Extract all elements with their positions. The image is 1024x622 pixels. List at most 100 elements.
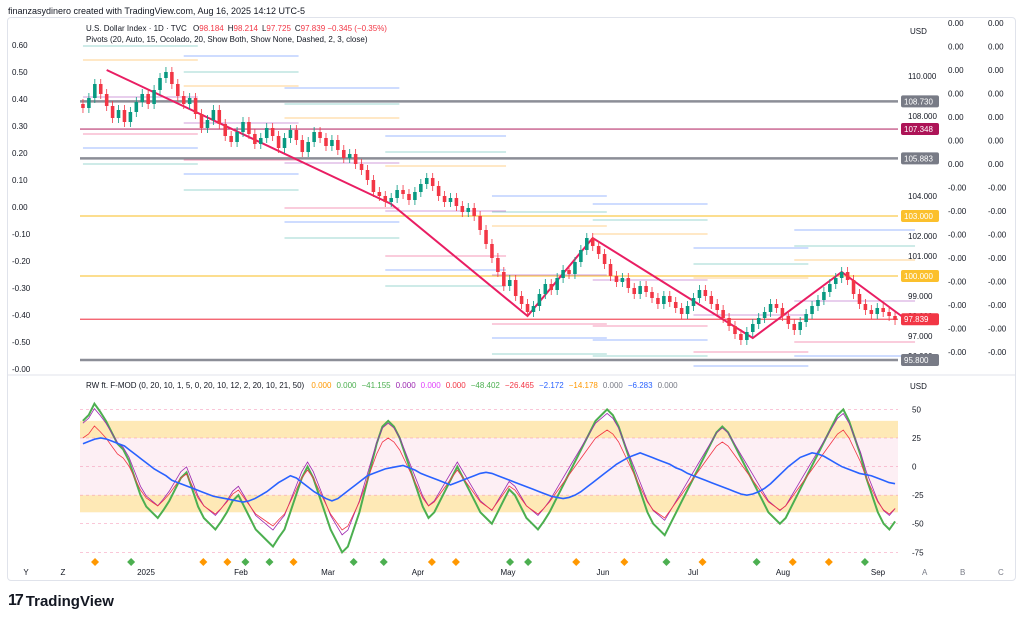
candle-body <box>632 288 637 294</box>
candle-body <box>490 244 494 258</box>
pct-axis-tick-a: 0.00 <box>948 160 964 169</box>
candle-body <box>395 190 399 198</box>
candle-body <box>727 318 731 326</box>
rw-legend-value: −2.172 <box>539 381 564 390</box>
candle-body <box>282 138 287 148</box>
candle-body <box>110 106 115 118</box>
signal-diamond-icon <box>860 558 869 566</box>
candle-body <box>579 250 583 262</box>
candle-body <box>164 72 168 78</box>
candle-body <box>638 286 642 294</box>
rw-legend-value: 0.000 <box>445 381 466 390</box>
pct-axis-tick-b: -0.00 <box>988 348 1007 357</box>
candle-body <box>122 110 127 122</box>
pct-axis-tick-b: 0.00 <box>988 19 1004 28</box>
x-tick-label: Y <box>23 568 29 577</box>
left-axis-tick: 0.50 <box>12 68 28 77</box>
candle-body <box>519 296 524 304</box>
candle-body <box>573 262 577 274</box>
rw-band <box>80 420 898 438</box>
candle-body <box>229 136 233 142</box>
candle-body <box>460 206 465 212</box>
pct-axis-tick-b: -0.00 <box>988 301 1007 310</box>
candle-body <box>104 94 109 106</box>
candle-body <box>146 94 150 104</box>
pct-axis-tick-b: 0.00 <box>988 113 1004 122</box>
candle-body <box>359 164 364 170</box>
pct-axis-tick-b: 0.00 <box>988 137 1004 146</box>
pct-axis-tick-b: -0.00 <box>988 207 1007 216</box>
candle-body <box>152 90 156 104</box>
pct-axis-tick-b: 0.00 <box>988 90 1004 99</box>
candle-body <box>561 270 565 278</box>
pivots-legend: Pivots (20, Auto, 15, Ocolado, 20, Show … <box>86 35 368 44</box>
candle-body <box>626 278 631 288</box>
x-tick-label: Sep <box>871 568 886 577</box>
candle-body <box>383 196 388 202</box>
ohlc-h: H98.214 <box>227 24 258 33</box>
x-tick-label: Apr <box>412 568 425 577</box>
candle-body <box>756 318 761 324</box>
left-axis-tick: 0.30 <box>12 122 28 131</box>
brand-name: TradingView <box>25 592 114 610</box>
pct-axis-tick-a: -0.00 <box>948 325 967 334</box>
candle-body <box>336 140 340 150</box>
candle-body <box>377 192 382 196</box>
rw-legend-value: 0.000 <box>602 381 623 390</box>
candle-body <box>798 322 802 330</box>
price-change: −0.345 (−0.35%) <box>327 24 387 33</box>
candle-body <box>739 334 743 340</box>
tradingview-logo[interactable]: 17 TradingView <box>8 592 114 610</box>
symbol-title: U.S. Dollar Index · 1D · TVC <box>86 24 187 33</box>
signal-diamond-icon <box>349 558 358 566</box>
candle-body <box>762 312 767 318</box>
pct-axis-tick-a: 0.00 <box>948 43 964 52</box>
candle-body <box>804 314 808 322</box>
candle-body <box>650 292 654 298</box>
x-tick-label: Mar <box>321 568 335 577</box>
rw-tick-label: -25 <box>912 491 924 500</box>
pct-axis-tick-b: -0.00 <box>988 254 1007 263</box>
candle-body <box>448 198 453 202</box>
chart-frame[interactable]: USD110.000108.000106.000104.000102.00010… <box>7 17 1016 581</box>
tv-logo-icon: 17 <box>8 592 24 609</box>
candle-body <box>513 280 518 296</box>
rw-legend-value: −14.178 <box>568 381 598 390</box>
signal-diamond-icon <box>199 558 208 566</box>
pct-axis-tick-b: -0.00 <box>988 231 1007 240</box>
left-axis-tick: 0.20 <box>12 149 28 158</box>
pct-axis-tick-b: 0.00 <box>988 160 1004 169</box>
candle-body <box>822 292 826 300</box>
candle-body <box>703 290 708 296</box>
candle-body <box>259 138 263 144</box>
candle-body <box>324 138 328 146</box>
rw-tick-label: -50 <box>912 520 924 529</box>
rw-legend-value: 0.000 <box>395 381 416 390</box>
candle-body <box>531 306 536 312</box>
candle-body <box>881 308 885 312</box>
candle-body <box>857 294 862 304</box>
candle-body <box>792 324 797 330</box>
candle-body <box>585 238 589 250</box>
candle-body <box>845 272 850 280</box>
candle-body <box>140 94 145 102</box>
candle-body <box>555 278 559 290</box>
signal-diamond-icon <box>788 558 797 566</box>
price-label-text: 107.348 <box>904 125 933 134</box>
chart-svg[interactable]: USD110.000108.000106.000104.000102.00010… <box>8 18 1015 580</box>
candle-body <box>128 112 133 122</box>
candle-body <box>241 122 245 132</box>
candle-body <box>81 104 85 108</box>
left-axis-tick: -0.40 <box>12 311 31 320</box>
candle-body <box>721 310 725 318</box>
ohlc-values: O98.184 H98.214 L97.725 C97.839 <box>189 24 325 33</box>
rw-legend-value: −41.155 <box>361 381 391 390</box>
candle-body <box>656 298 660 304</box>
signal-diamond-icon <box>127 558 136 566</box>
pct-axis-tick-a: -0.00 <box>948 348 967 357</box>
candle-body <box>679 308 684 314</box>
candle-body <box>596 246 601 254</box>
candle-body <box>833 278 838 284</box>
signal-diamond-icon <box>662 558 671 566</box>
price-tick-label: 97.000 <box>908 332 933 341</box>
